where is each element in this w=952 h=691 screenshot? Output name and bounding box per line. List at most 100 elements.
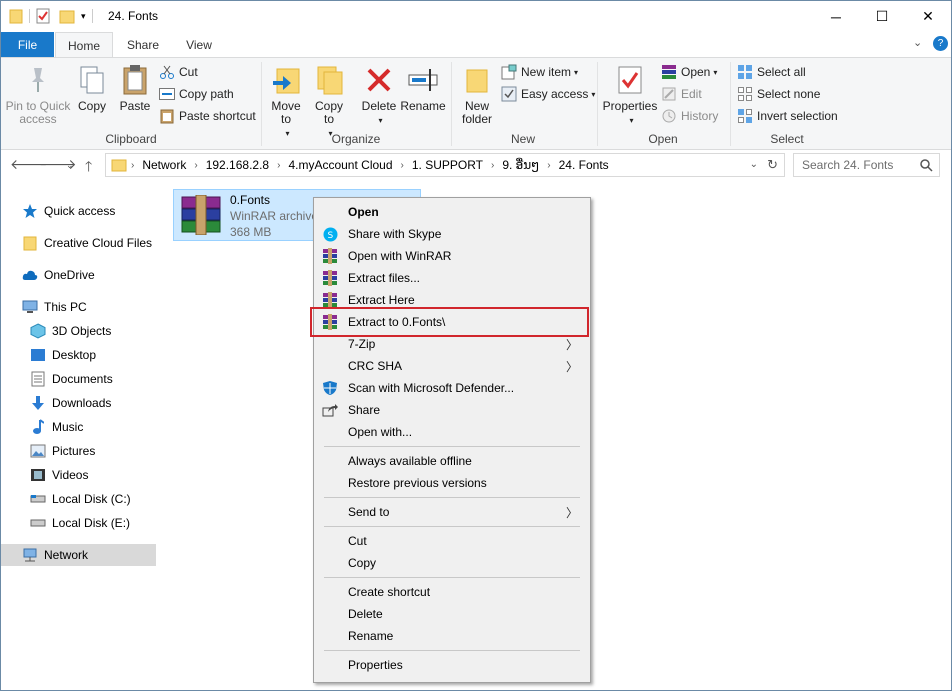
- copy-to-button[interactable]: Copy to ▾: [311, 64, 347, 140]
- open-label: Open: [681, 65, 711, 79]
- new-folder-button[interactable]: New folder: [457, 64, 497, 126]
- breadcrumb-fonts[interactable]: 24. Fonts: [555, 158, 613, 172]
- up-arrow-icon[interactable]: 🡑: [85, 156, 92, 180]
- menu-item-properties[interactable]: Properties: [316, 654, 588, 676]
- breadcrumb-network[interactable]: Network: [138, 158, 190, 172]
- easy-access-button[interactable]: Easy access ▾: [501, 85, 595, 103]
- breadcrumb-cloud[interactable]: 4.myAccount Cloud: [284, 158, 396, 172]
- breadcrumb-other[interactable]: 9. ອື່ນໆ: [498, 158, 543, 172]
- menu-item-open[interactable]: Open: [316, 201, 588, 223]
- menu-item-share[interactable]: Share: [316, 399, 588, 421]
- address-bar[interactable]: › Network › 192.168.2.8 › 4.myAccount Cl…: [105, 153, 785, 177]
- invert-selection-label: Invert selection: [757, 109, 838, 123]
- cube-icon: [30, 323, 46, 339]
- new-item-button[interactable]: New item ▾: [501, 63, 578, 81]
- move-to-button[interactable]: Move to ▾: [267, 64, 305, 140]
- move-to-label: Move to ▾: [271, 99, 301, 139]
- copy-path-button[interactable]: Copy path: [159, 85, 234, 103]
- menu-item-rename[interactable]: Rename: [316, 625, 588, 647]
- sidebar-item-local-disk-c[interactable]: Local Disk (C:): [1, 488, 156, 510]
- copy-to-icon: [317, 66, 343, 95]
- invert-selection-button[interactable]: Invert selection: [737, 107, 838, 125]
- sidebar-item-3d-objects[interactable]: 3D Objects: [1, 320, 156, 342]
- ribbon-expand-icon[interactable]: ⌄: [913, 36, 922, 49]
- search-box[interactable]: Search 24. Fonts: [793, 153, 940, 177]
- menu-label: Share with Skype: [348, 227, 442, 241]
- help-icon[interactable]: ?: [933, 36, 948, 51]
- menu-item-delete[interactable]: Delete: [316, 603, 588, 625]
- close-button[interactable]: ✕: [905, 1, 951, 32]
- sidebar-item-this-pc[interactable]: This PC: [1, 296, 156, 318]
- menu-item-restore-versions[interactable]: Restore previous versions: [316, 472, 588, 494]
- select-none-label: Select none: [757, 87, 821, 101]
- select-none-button[interactable]: Select none: [737, 85, 820, 103]
- tab-view[interactable]: View: [173, 32, 225, 57]
- sidebar-item-desktop[interactable]: Desktop: [1, 344, 156, 366]
- chevron-right-icon[interactable]: ›: [487, 160, 498, 171]
- sidebar-item-quick-access[interactable]: Quick access: [1, 200, 156, 222]
- menu-item-crc-sha[interactable]: CRC SHA 〉: [316, 355, 588, 377]
- menu-item-open-with[interactable]: Open with...: [316, 421, 588, 443]
- file-name: 0.Fonts: [230, 193, 271, 207]
- cut-button[interactable]: Cut: [159, 63, 198, 81]
- menu-item-open-winrar[interactable]: Open with WinRAR: [316, 245, 588, 267]
- new-folder-icon[interactable]: [59, 8, 75, 24]
- tab-file[interactable]: File: [1, 32, 54, 57]
- menu-item-always-offline[interactable]: Always available offline: [316, 450, 588, 472]
- menu-item-share-skype[interactable]: S Share with Skype: [316, 223, 588, 245]
- delete-button[interactable]: Delete ▾: [359, 64, 399, 127]
- search-icon: [920, 159, 933, 172]
- chevron-right-icon[interactable]: ›: [190, 160, 201, 171]
- tab-share[interactable]: Share: [115, 32, 171, 57]
- menu-label: Open with WinRAR: [348, 249, 452, 263]
- menu-item-send-to[interactable]: Send to 〉: [316, 501, 588, 523]
- sidebar-item-network[interactable]: Network: [1, 544, 156, 566]
- sidebar-item-local-disk-e[interactable]: Local Disk (E:): [1, 512, 156, 534]
- copy-path-icon: [159, 88, 175, 100]
- maximize-button[interactable]: ☐: [859, 1, 905, 32]
- refresh-icon[interactable]: ↻: [767, 157, 778, 173]
- menu-item-extract-files[interactable]: Extract files...: [316, 267, 588, 289]
- open-button[interactable]: Open ▾: [661, 63, 717, 81]
- folder-icon[interactable]: [9, 8, 23, 24]
- paste-shortcut-button[interactable]: Paste shortcut: [159, 107, 256, 125]
- sidebar-item-pictures[interactable]: Pictures: [1, 440, 156, 462]
- divider: [451, 62, 452, 146]
- menu-item-copy[interactable]: Copy: [316, 552, 588, 574]
- sidebar-label: Desktop: [52, 348, 97, 362]
- edit-button[interactable]: Edit: [661, 85, 702, 103]
- address-dropdown-icon[interactable]: ⌄: [750, 159, 758, 170]
- menu-item-scan-defender[interactable]: Scan with Microsoft Defender...: [316, 377, 588, 399]
- select-all-button[interactable]: Select all: [737, 63, 806, 81]
- sidebar-item-creative-cloud[interactable]: Creative Cloud Files P: [1, 232, 156, 254]
- menu-label: Share: [348, 403, 381, 417]
- pin-quick-access-button[interactable]: Pin to Quick access: [5, 64, 71, 126]
- breadcrumb-host[interactable]: 192.168.2.8: [202, 158, 273, 172]
- properties-button[interactable]: Properties ▾: [601, 64, 659, 127]
- breadcrumb-support[interactable]: 1. SUPPORT: [408, 158, 487, 172]
- sidebar-item-music[interactable]: Music: [1, 416, 156, 438]
- paste-button[interactable]: Paste: [115, 64, 155, 113]
- minimize-button[interactable]: ─: [813, 1, 859, 32]
- tab-home[interactable]: Home: [55, 32, 113, 58]
- recent-locations-icon[interactable]: ⌄: [66, 160, 74, 171]
- sidebar-item-downloads[interactable]: Downloads: [1, 392, 156, 414]
- rename-button[interactable]: Rename: [400, 64, 446, 113]
- sidebar-item-documents[interactable]: Documents: [1, 368, 156, 390]
- chevron-right-icon[interactable]: ›: [273, 160, 284, 171]
- history-button[interactable]: History: [661, 107, 718, 125]
- chevron-right-icon[interactable]: ›: [397, 160, 408, 171]
- chevron-right-icon[interactable]: ›: [543, 160, 554, 171]
- sidebar-label: Videos: [52, 468, 89, 482]
- copy-button[interactable]: Copy: [75, 64, 109, 113]
- properties-check-icon[interactable]: [35, 8, 51, 24]
- share-icon: [322, 404, 338, 417]
- menu-item-cut[interactable]: Cut: [316, 530, 588, 552]
- new-item-label: New item: [521, 65, 572, 79]
- chevron-right-icon: 〉: [565, 505, 578, 520]
- menu-item-create-shortcut[interactable]: Create shortcut: [316, 581, 588, 603]
- menu-label: Always available offline: [348, 454, 472, 468]
- sidebar-item-onedrive[interactable]: OneDrive: [1, 264, 156, 286]
- sidebar-item-videos[interactable]: Videos: [1, 464, 156, 486]
- customize-toolbar-icon[interactable]: ▾: [81, 11, 86, 22]
